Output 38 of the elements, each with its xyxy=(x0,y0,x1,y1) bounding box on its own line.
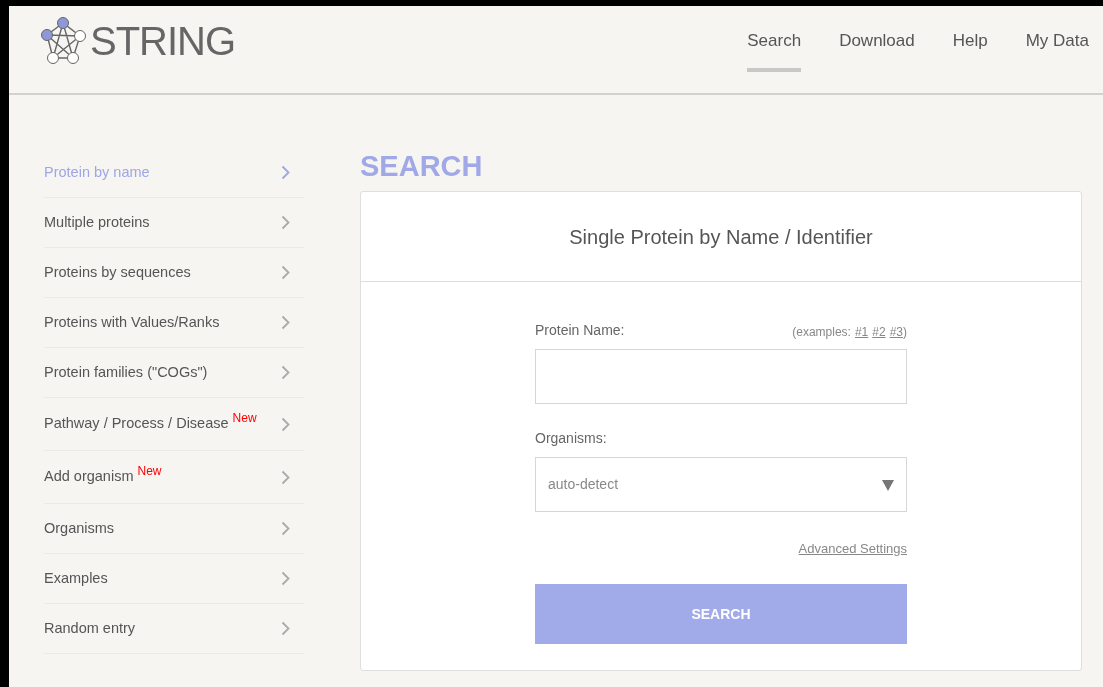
sidebar-item[interactable]: Pathway / Process / Disease $^{New}$ xyxy=(44,398,304,451)
logo-text: STRING xyxy=(90,21,236,61)
chevron-icon xyxy=(281,621,290,636)
sidebar-item[interactable]: Proteins by sequences xyxy=(44,248,304,298)
examples-label: (examples: xyxy=(792,324,851,341)
chevron-icon xyxy=(281,265,290,280)
sidebar-item[interactable]: Random entry xyxy=(44,604,304,654)
chevron-icon xyxy=(281,365,290,380)
chevron-icon xyxy=(281,315,290,330)
chevron-icon xyxy=(281,165,290,180)
chevron-icon xyxy=(281,571,290,586)
organism-select[interactable]: auto-detect xyxy=(535,457,907,512)
sidebar-item[interactable]: Multiple proteins xyxy=(44,198,304,248)
chevron-icon xyxy=(281,215,290,230)
chevron-icon xyxy=(281,469,290,485)
sidebar-item[interactable]: Add organism $^{New}$ xyxy=(44,451,304,504)
chevron-icon xyxy=(281,416,290,432)
sidebar-item[interactable]: Organisms xyxy=(44,504,304,554)
page-heading: SEARCH xyxy=(360,152,484,181)
field-label: Organisms: xyxy=(535,429,608,448)
example-link[interactable]: #2 xyxy=(872,323,886,341)
example-link[interactable]: #1 xyxy=(854,323,869,341)
caret-icon xyxy=(882,478,894,491)
nav-tab[interactable]: My Data xyxy=(1025,10,1089,72)
bracket-text: ) xyxy=(903,324,907,341)
sidebar-item[interactable]: Proteins with Values/Ranks xyxy=(44,298,304,348)
card-title: Single Protein by Name / Identifier xyxy=(361,192,1081,282)
nav-tab[interactable]: Download xyxy=(839,10,915,72)
sidebar-item[interactable]: Examples xyxy=(44,554,304,604)
field-label: Protein Name: xyxy=(535,321,625,340)
sidebar-item[interactable]: Protein families ("COGs") xyxy=(44,348,304,398)
chevron-icon xyxy=(281,521,290,536)
nav-tab[interactable]: Help xyxy=(952,10,988,72)
logo-icon xyxy=(40,16,86,66)
protein-name-input[interactable] xyxy=(535,349,907,404)
nav-tab[interactable]: Search xyxy=(747,10,802,72)
advanced-settings-link[interactable]: Advanced Settings xyxy=(798,541,907,556)
example-link[interactable]: #3 xyxy=(889,323,903,341)
